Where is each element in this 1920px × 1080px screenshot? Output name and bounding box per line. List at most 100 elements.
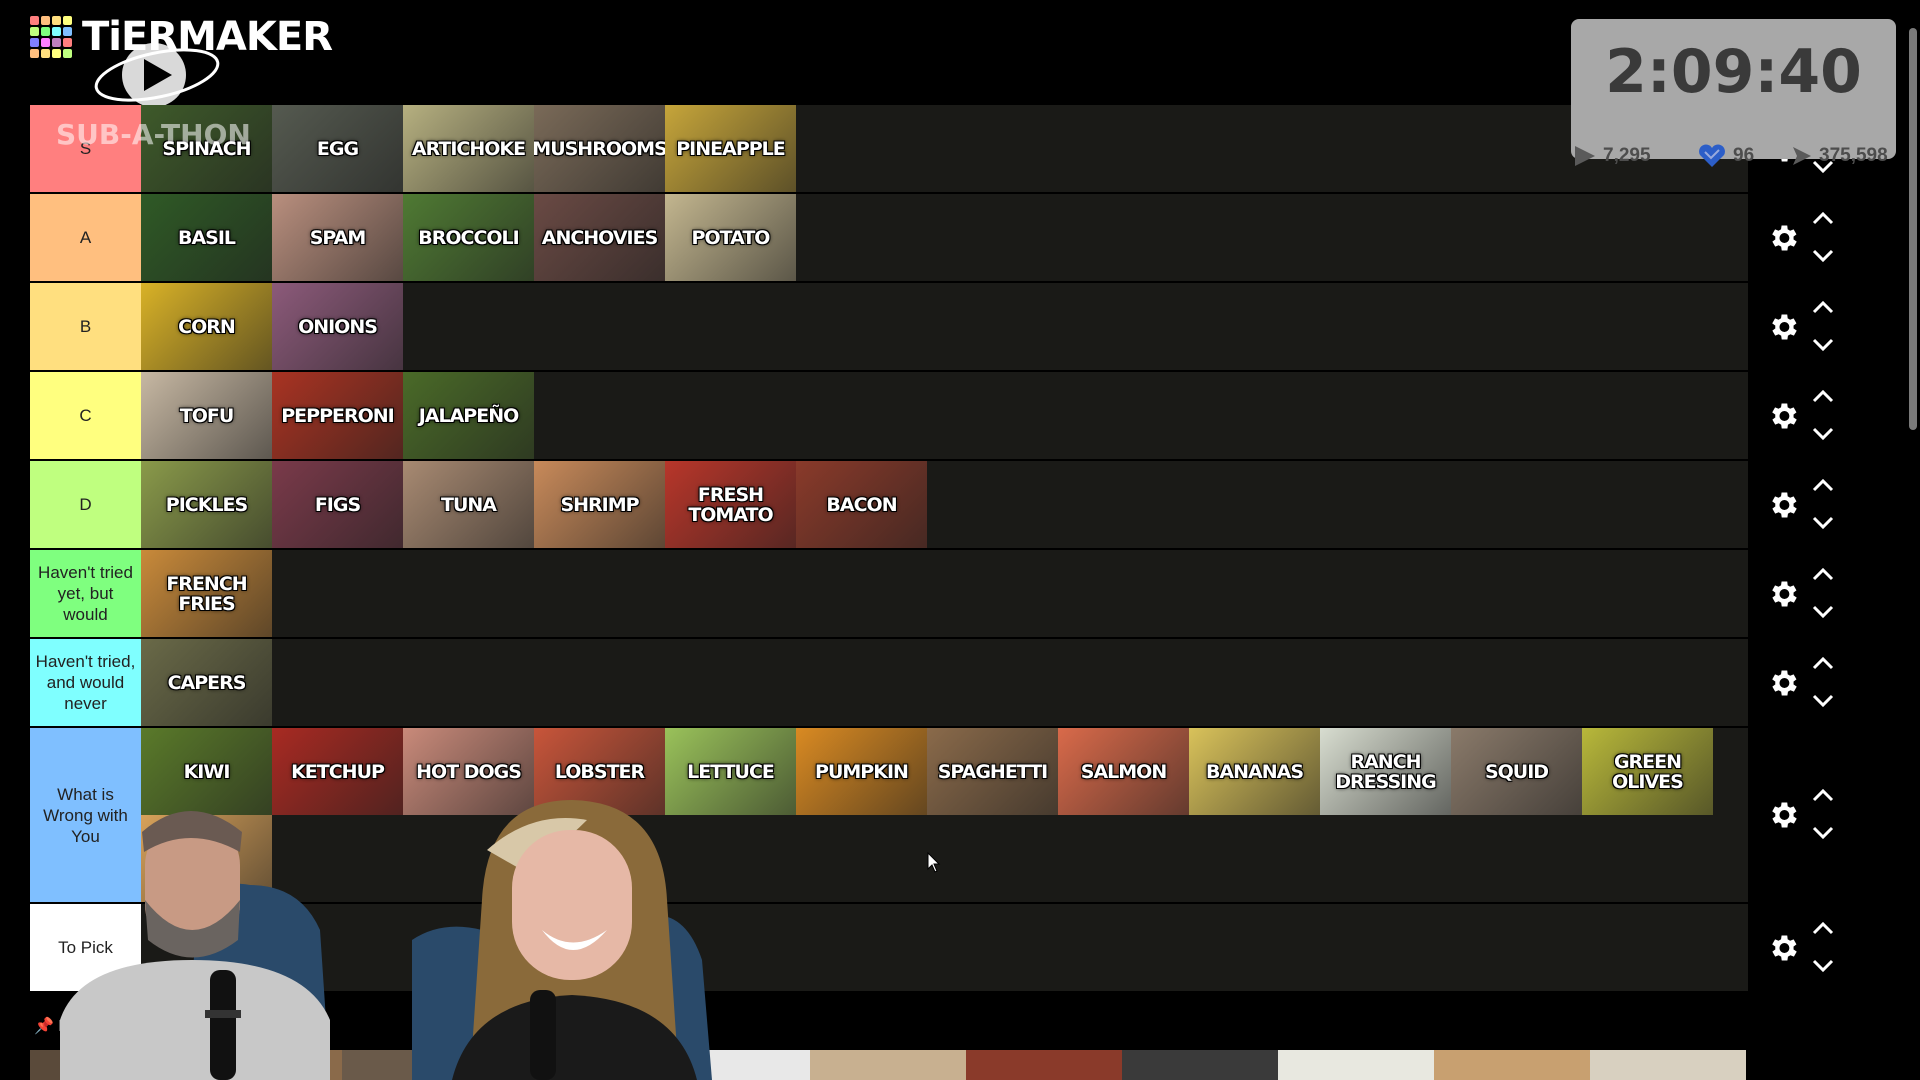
tier-label[interactable]: Haven't tried yet, but would <box>30 550 141 637</box>
chevron-down-icon[interactable] <box>1810 691 1836 711</box>
gear-icon[interactable] <box>1766 577 1800 611</box>
tier-item-label: LETTUCE <box>687 760 775 783</box>
tier-item[interactable]: PEPPERONI <box>272 372 403 459</box>
tier-item-label: CAPERS <box>167 671 247 694</box>
tier-item-label: ONIONS <box>298 315 378 338</box>
tier-item[interactable]: CORN <box>141 283 272 370</box>
chevron-up-icon[interactable] <box>1810 386 1836 406</box>
tier-controls <box>1748 728 1903 902</box>
unranked-item[interactable] <box>1590 1050 1746 1080</box>
gear-icon[interactable] <box>1766 798 1800 832</box>
tier-row: B CORN ONIONS <box>30 283 1903 372</box>
chevron-up-icon[interactable] <box>1810 564 1836 584</box>
tier-items[interactable]: PICKLES FIGS TUNA SHRIMP FRESH TOMATO BACON <box>141 461 1777 548</box>
tier-controls <box>1748 372 1903 459</box>
tier-controls <box>1748 904 1903 991</box>
tier-items[interactable]: CAPERS <box>141 639 1777 726</box>
tier-item[interactable]: FIGS <box>272 461 403 548</box>
chevron-down-icon[interactable] <box>1810 246 1836 266</box>
tier-item[interactable]: TOFU <box>141 372 272 459</box>
tier-item[interactable]: FRENCH FRIES <box>141 550 272 637</box>
gear-icon[interactable] <box>1766 221 1800 255</box>
tier-item[interactable]: ARTICHOKE <box>403 105 534 192</box>
chevron-down-icon[interactable] <box>1810 602 1836 622</box>
tier-item[interactable]: PINEAPPLE <box>665 105 796 192</box>
tier-row: D PICKLES FIGS TUNA SHRIMP FRESH TOMATO BACON <box>30 461 1903 550</box>
tier-item-label: FIGS <box>314 493 361 516</box>
tier-item[interactable]: EGG <box>272 105 403 192</box>
tier-items[interactable]: TOFU PEPPERONI JALAPEÑO <box>141 372 1777 459</box>
tier-item-label: BANANAS <box>1205 760 1304 783</box>
chevron-down-icon[interactable] <box>1810 335 1836 355</box>
tier-item-label: PUMPKIN <box>815 760 909 783</box>
webcam-streamer-2 <box>412 790 742 1080</box>
tier-item[interactable]: BANANAS <box>1189 728 1320 815</box>
unranked-item[interactable] <box>1278 1050 1434 1080</box>
tier-label[interactable]: A <box>30 194 141 281</box>
unranked-item[interactable] <box>1122 1050 1278 1080</box>
tier-item[interactable]: ONIONS <box>272 283 403 370</box>
tier-item[interactable]: SQUID <box>1451 728 1582 815</box>
tier-controls <box>1748 639 1903 726</box>
tier-item[interactable]: POTATO <box>665 194 796 281</box>
unranked-item[interactable] <box>1434 1050 1590 1080</box>
tier-item-label: FRENCH FRIES <box>166 572 247 615</box>
tier-items[interactable]: FRENCH FRIES <box>141 550 1777 637</box>
tier-items[interactable] <box>141 904 1777 991</box>
stream-screen: TiERMAKER S SPINACH EGG ARTICHOKE MUSHROOMS P… <box>0 0 1920 1080</box>
bits-count: 375,598 <box>1819 145 1888 166</box>
tier-item[interactable]: ANCHOVIES <box>534 194 665 281</box>
tier-item-label: ANCHOVIES <box>541 226 659 249</box>
tier-label[interactable]: B <box>30 283 141 370</box>
chevron-down-icon[interactable] <box>1810 424 1836 444</box>
chevron-up-icon[interactable] <box>1810 208 1836 228</box>
gear-icon[interactable] <box>1766 666 1800 700</box>
gear-icon[interactable] <box>1766 488 1800 522</box>
tier-label[interactable]: D <box>30 461 141 548</box>
tier-item[interactable]: SHRIMP <box>534 461 665 548</box>
tier-item[interactable]: CAPERS <box>141 639 272 726</box>
tier-item[interactable]: MUSHROOMS <box>534 105 665 192</box>
unranked-item[interactable] <box>966 1050 1122 1080</box>
chevron-up-icon[interactable] <box>1810 297 1836 317</box>
tier-items[interactable]: BASIL SPAM BROCCOLI ANCHOVIES POTATO <box>141 194 1777 281</box>
tier-item[interactable]: SPAGHETTI <box>927 728 1058 815</box>
tier-item[interactable]: FRESH TOMATO <box>665 461 796 548</box>
chevron-up-icon[interactable] <box>1810 475 1836 495</box>
tier-item[interactable]: BACON <box>796 461 927 548</box>
scrollbar-thumb[interactable] <box>1909 28 1917 430</box>
tier-item[interactable]: PUMPKIN <box>796 728 927 815</box>
tier-item[interactable]: SPAM <box>272 194 403 281</box>
tier-item[interactable]: SALMON <box>1058 728 1189 815</box>
chevron-up-icon[interactable] <box>1810 785 1836 805</box>
chevron-up-icon[interactable] <box>1810 653 1836 673</box>
tier-item-label: HOT DOGS <box>416 760 522 783</box>
tier-item[interactable]: PICKLES <box>141 461 272 548</box>
tier-item[interactable]: TUNA <box>403 461 534 548</box>
unranked-item[interactable] <box>810 1050 966 1080</box>
gear-icon[interactable] <box>1766 399 1800 433</box>
chevron-up-icon[interactable] <box>1810 918 1836 938</box>
page-scrollbar[interactable] <box>1906 0 1920 1080</box>
tier-item-label: LOBSTER <box>554 760 645 783</box>
tier-items[interactable]: KIWIKETCHUPHOT DOGSLOBSTERLETTUCEPUMPKIN… <box>141 728 1777 902</box>
bits-stat: 375,598 <box>1791 143 1888 169</box>
tier-item-label: SHRIMP <box>560 493 639 516</box>
chevron-down-icon[interactable] <box>1810 513 1836 533</box>
gear-icon[interactable] <box>1766 310 1800 344</box>
chevron-down-icon[interactable] <box>1810 956 1836 976</box>
tier-label[interactable]: Haven't tried, and would never <box>30 639 141 726</box>
tier-item[interactable]: GREEN OLIVES <box>1582 728 1713 815</box>
tier-item[interactable]: JALAPEÑO <box>403 372 534 459</box>
tier-items[interactable]: SPINACH EGG ARTICHOKE MUSHROOMS PINEAPPLE <box>141 105 1777 192</box>
tier-item[interactable]: RANCH DRESSING <box>1320 728 1451 815</box>
gear-icon[interactable] <box>1766 931 1800 965</box>
tier-items[interactable]: CORN ONIONS <box>141 283 1777 370</box>
tier-item[interactable]: BASIL <box>141 194 272 281</box>
chevron-down-icon[interactable] <box>1810 823 1836 843</box>
tier-row: Haven't tried, and would never CAPERS <box>30 639 1903 728</box>
subathon-timer: 2:09:40 7,295 96 375,598 <box>1571 19 1896 167</box>
tier-item-label: TUNA <box>441 493 497 516</box>
tier-item[interactable]: BROCCOLI <box>403 194 534 281</box>
tier-label[interactable]: C <box>30 372 141 459</box>
